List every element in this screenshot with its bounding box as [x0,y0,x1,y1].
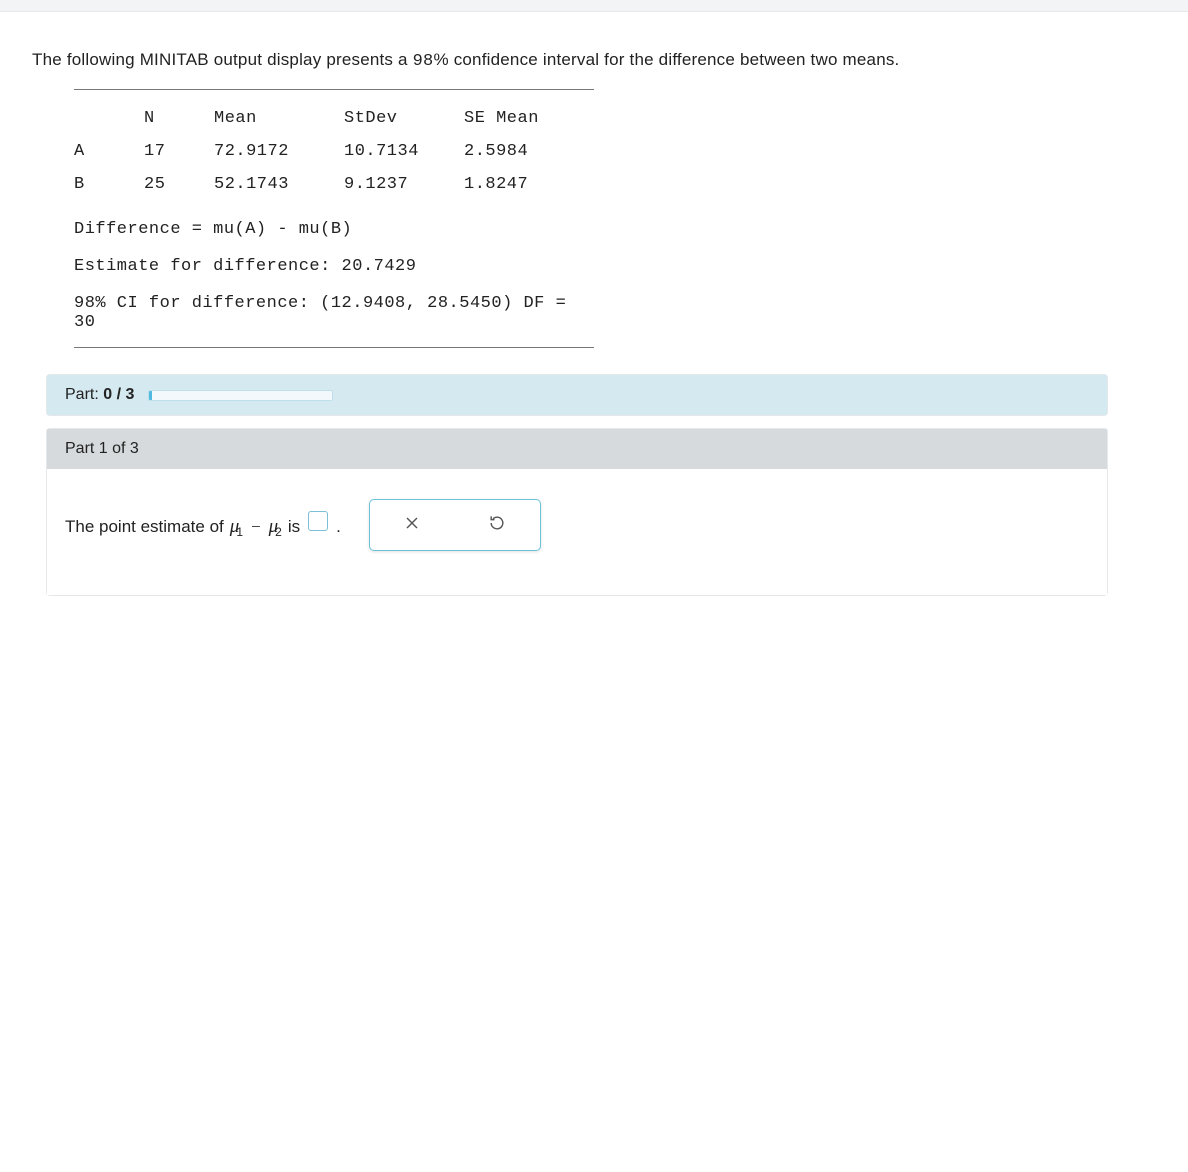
part-1-title: Part 1 of 3 [65,440,139,458]
undo-icon [487,513,507,538]
intro-c: % confidence interval for the difference… [433,50,899,69]
mu1: μ1 [230,516,243,538]
q-post: . [336,517,341,537]
table-head-row: N Mean StDev SE Mean [74,102,594,135]
col-mean: Mean [214,102,344,135]
mu1-sub: 1 [236,525,243,539]
minus-sign: − [249,517,263,537]
q-mid: is [288,517,300,537]
top-strip [0,0,1188,12]
intro-a: The following MINITAB output display pre… [32,50,413,69]
page-content: The following MINITAB output display pre… [0,12,1188,596]
answer-toolbar [369,499,541,551]
table-row: A 17 72.9172 10.7134 2.5984 [74,135,594,168]
answer-blank[interactable] [308,511,328,531]
rule-top [74,89,594,90]
part-progress-panel: Part: 0 / 3 [46,374,1108,416]
part-pre: Part: [65,386,103,403]
question-sentence: The point estimate of μ1 − μ2 is . [65,512,341,538]
minitab-line-ci: 98% CI for difference: (12.9408, 28.5450… [74,285,594,341]
row-b-mean: 52.1743 [214,168,344,201]
intro-pct: 98 [413,52,434,71]
minitab-output: N Mean StDev SE Mean A 17 72.9172 10.713… [74,89,594,348]
minitab-table: N Mean StDev SE Mean A 17 72.9172 10.713… [74,102,594,201]
table-row: B 25 52.1743 9.1237 1.8247 [74,168,594,201]
row-b-label: B [74,168,144,201]
row-a-n: 17 [144,135,214,168]
row-b-sd: 9.1237 [344,168,464,201]
minitab-line-est: Estimate for difference: 20.7429 [74,248,594,285]
part-1-panel: Part 1 of 3 The point estimate of μ1 − μ… [46,428,1108,596]
mu2-sub: 2 [275,525,282,539]
part-progress-label: Part: 0 / 3 [65,386,134,404]
row-a-sd: 10.7134 [344,135,464,168]
reset-button[interactable] [486,514,508,536]
intro-text: The following MINITAB output display pre… [32,50,1160,71]
rule-bottom [74,347,594,348]
mu2: μ2 [269,516,282,538]
row-a-se: 2.5984 [464,135,594,168]
q-pre: The point estimate of [65,517,224,537]
col-n: N [144,102,214,135]
part-progress-head: Part: 0 / 3 [47,375,1107,415]
progress-fill [149,391,152,400]
progress-bar [148,390,333,401]
part-1-body: The point estimate of μ1 − μ2 is . [47,469,1107,595]
col-stdev: StDev [344,102,464,135]
close-icon [402,513,422,538]
minitab-line-diff: Difference = mu(A) - mu(B) [74,211,594,248]
clear-button[interactable] [401,514,423,536]
part-val: 0 / 3 [103,386,134,403]
row-a-label: A [74,135,144,168]
row-a-mean: 72.9172 [214,135,344,168]
row-b-se: 1.8247 [464,168,594,201]
part-1-head: Part 1 of 3 [47,429,1107,469]
col-semean: SE Mean [464,102,594,135]
row-b-n: 25 [144,168,214,201]
